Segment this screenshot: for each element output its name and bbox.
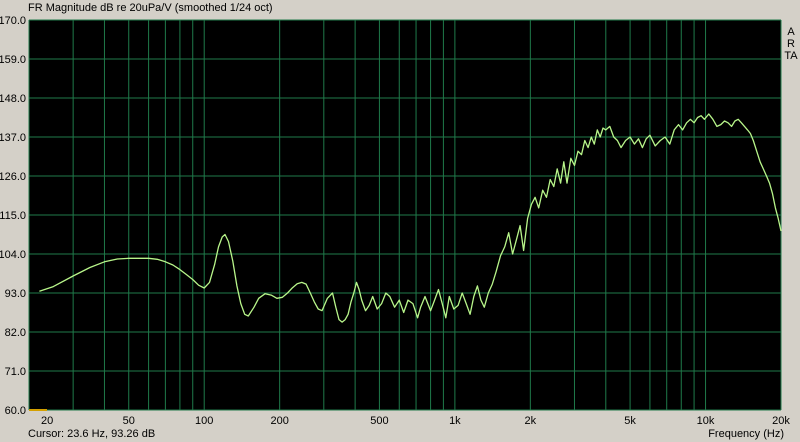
arta-window: FR Magnitude dB re 20uPa/V (smoothed 1/2… xyxy=(0,0,800,442)
y-tick-label: 126.0 xyxy=(0,171,26,183)
y-tick-label: 104.0 xyxy=(0,249,26,261)
y-tick-label: 82.0 xyxy=(5,327,26,339)
frequency-response-chart[interactable]: 60.0 71.0 82.0 93.0 104.0 115.0 126.0 137.0 148.… xyxy=(0,0,800,442)
y-tick-label: 71.0 xyxy=(5,366,26,378)
x-tick-label: 100 xyxy=(195,415,213,427)
x-tick-label: 5k xyxy=(624,415,636,427)
cursor-readout: Cursor: 23.6 Hz, 93.26 dB xyxy=(28,428,156,440)
x-tick-label: 10k xyxy=(697,415,715,427)
x-tick-label: 2k xyxy=(525,415,537,427)
y-tick-label: 60.0 xyxy=(5,405,26,417)
x-tick-label: 200 xyxy=(270,415,288,427)
y-tick-label: 170.0 xyxy=(0,15,26,27)
y-tick-label: 148.0 xyxy=(0,93,26,105)
x-tick-label: 50 xyxy=(123,415,135,427)
x-axis-label: Frequency (Hz) xyxy=(708,428,784,440)
y-tick-label: 137.0 xyxy=(0,132,26,144)
x-tick-label: 500 xyxy=(370,415,388,427)
y-tick-label: 93.0 xyxy=(5,288,26,300)
y-tick-label: 159.0 xyxy=(0,54,26,66)
x-tick-label: 1k xyxy=(449,415,461,427)
y-tick-label: 115.0 xyxy=(0,210,26,222)
x-tick-label: 20k xyxy=(772,415,790,427)
cursor-marker xyxy=(29,409,47,411)
x-tick-label: 20 xyxy=(41,415,53,427)
